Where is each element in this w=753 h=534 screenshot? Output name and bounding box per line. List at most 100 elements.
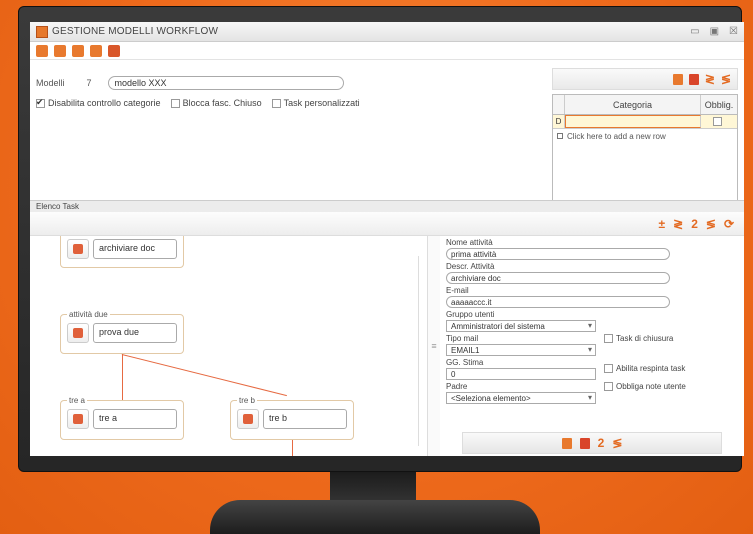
- checkbox[interactable]: [604, 382, 613, 392]
- section-title: Elenco Task: [30, 200, 744, 212]
- task-toolbar: ± ≷ 2 ≶ ⟳: [30, 212, 744, 236]
- email-input[interactable]: aaaaaccc.it: [446, 296, 670, 308]
- connector: [122, 354, 123, 406]
- gruppo-select[interactable]: Amministratori del sistema: [446, 320, 596, 332]
- chk-obbliga-note[interactable]: Obbliga note utente: [604, 382, 686, 392]
- document-delete-icon[interactable]: [688, 73, 699, 85]
- detail-toolbar: 2 ≶: [462, 432, 722, 454]
- add-user-icon[interactable]: [90, 44, 102, 57]
- chk-disabilita-label: Disabilita controllo categorie: [48, 98, 161, 108]
- monitor-stand-base: [210, 500, 540, 534]
- grid-header-categoria[interactable]: Categoria: [565, 95, 701, 114]
- add-row[interactable]: Click here to add a new row: [553, 129, 737, 143]
- minimize-icon[interactable]: ▭: [690, 26, 699, 37]
- exit-icon[interactable]: [108, 44, 120, 57]
- close-icon[interactable]: ☒: [729, 26, 738, 37]
- grid-header: Categoria Obblig.: [553, 95, 737, 115]
- stima-label: GG. Stima: [446, 358, 484, 367]
- checkbox[interactable]: [604, 334, 613, 344]
- sort-icon[interactable]: ≶: [706, 218, 716, 230]
- sort-icon[interactable]: ≷: [673, 218, 683, 230]
- add-task-icon[interactable]: ±: [659, 218, 666, 230]
- descr-input[interactable]: archiviare doc: [446, 272, 670, 284]
- nome-input[interactable]: prima attività: [446, 248, 670, 260]
- task-icon: [67, 239, 89, 259]
- node-box[interactable]: archiviare doc: [93, 239, 177, 259]
- node-archiviare[interactable]: archiviare doc: [60, 236, 184, 268]
- options-row: Disabilita controllo categorie Blocca fa…: [36, 97, 546, 109]
- window-title: GESTIONE MODELLI WORKFLOW: [52, 26, 219, 37]
- category-toolbar: ≷ ≶: [552, 68, 738, 90]
- app-window: GESTIONE MODELLI WORKFLOW ▭ ▣ ☒ Modelli …: [30, 22, 744, 456]
- descr-label: Descr. Attività: [446, 262, 495, 271]
- node-label: tre b: [237, 396, 258, 405]
- chk-blocca[interactable]: Blocca fasc. Chiuso: [170, 98, 262, 109]
- chk-task-personalizzati[interactable]: Task personalizzati: [271, 98, 360, 109]
- tipo-select[interactable]: EMAIL1: [446, 344, 596, 356]
- category-panel: ≷ ≶ Categoria Obblig. D Click here to ad…: [552, 68, 738, 218]
- refresh-icon[interactable]: ⟳: [724, 218, 734, 230]
- stima-input[interactable]: 0: [446, 368, 596, 380]
- task-icon: [67, 409, 89, 429]
- row-marker: D: [553, 115, 565, 128]
- checkbox[interactable]: [713, 117, 722, 126]
- sort-icon[interactable]: ≶: [612, 437, 622, 449]
- sort-icon[interactable]: ≶: [721, 73, 731, 85]
- modelli-input[interactable]: modello XXX: [107, 76, 344, 90]
- connector: [292, 440, 293, 456]
- add-row-icon: [557, 133, 563, 139]
- checkbox[interactable]: [170, 99, 180, 109]
- move-icon[interactable]: 2: [598, 437, 605, 449]
- checkbox[interactable]: [604, 364, 613, 374]
- task-icon: [67, 323, 89, 343]
- maximize-icon[interactable]: ▣: [710, 26, 719, 37]
- node-label: attività due: [67, 310, 110, 319]
- workflow-canvas[interactable]: archiviare doc attività due prova due tr…: [30, 236, 428, 456]
- tipo-label: Tipo mail: [446, 334, 479, 343]
- chk-blocca-label: Blocca fasc. Chiuso: [182, 98, 262, 108]
- document-icon[interactable]: [561, 437, 572, 449]
- chk-obbliga-note-label: Obbliga note utente: [616, 382, 686, 391]
- task-icon: [237, 409, 259, 429]
- splitter-handle[interactable]: ≡: [428, 236, 440, 456]
- node-attivita-due[interactable]: attività due prova due: [60, 310, 184, 354]
- sort-icon[interactable]: ≷: [705, 73, 715, 85]
- checkbox-checked[interactable]: [36, 97, 45, 109]
- obblig-cell[interactable]: [701, 115, 737, 128]
- chk-task-chiusura[interactable]: Task di chiusura: [604, 334, 674, 344]
- node-box[interactable]: tre a: [93, 409, 177, 429]
- checkbox[interactable]: [271, 99, 281, 109]
- grid-header-selector: [553, 95, 565, 114]
- node-box[interactable]: tre b: [263, 409, 347, 429]
- node-tre-b[interactable]: tre b tre b: [230, 396, 354, 440]
- padre-select[interactable]: <Seleziona elemento>: [446, 392, 596, 404]
- title-bar: GESTIONE MODELLI WORKFLOW ▭ ▣ ☒: [30, 22, 744, 42]
- add-group-icon[interactable]: [72, 44, 84, 57]
- table-row[interactable]: D: [553, 115, 737, 129]
- save-icon[interactable]: [36, 44, 48, 57]
- node-tre-a[interactable]: tre a tre a: [60, 396, 184, 440]
- modelli-label: Modelli: [36, 78, 65, 88]
- email-label: E-mail: [446, 286, 469, 295]
- document-delete-icon[interactable]: [579, 437, 590, 449]
- chk-abilita-respinta[interactable]: Abilita respinta task: [604, 364, 686, 374]
- gruppo-label: Gruppo utenti: [446, 310, 495, 319]
- modelli-id: 7: [86, 78, 92, 88]
- grid-header-obblig[interactable]: Obblig.: [701, 95, 737, 114]
- node-box[interactable]: prova due: [93, 323, 177, 343]
- task-detail-panel: Nome attività prima attività Descr. Atti…: [440, 236, 744, 456]
- chk-disabilita[interactable]: Disabilita controllo categorie: [36, 97, 161, 109]
- window-controls: ▭ ▣ ☒: [690, 26, 738, 37]
- chk-task-chiusura-label: Task di chiusura: [616, 334, 674, 343]
- canvas-scrollbar[interactable]: [418, 256, 426, 446]
- monitor-stand-neck: [330, 472, 416, 502]
- nome-label: Nome attività: [446, 238, 493, 247]
- move-icon[interactable]: 2: [691, 218, 698, 230]
- model-form: Modelli 7 modello XXX Disabilita control…: [36, 68, 546, 148]
- padre-label: Padre: [446, 382, 468, 391]
- document-icon[interactable]: [672, 73, 683, 85]
- connector: [121, 354, 287, 397]
- categoria-cell[interactable]: [565, 115, 701, 128]
- chk-abilita-respinta-label: Abilita respinta task: [616, 364, 686, 373]
- add-user-icon[interactable]: [54, 44, 66, 57]
